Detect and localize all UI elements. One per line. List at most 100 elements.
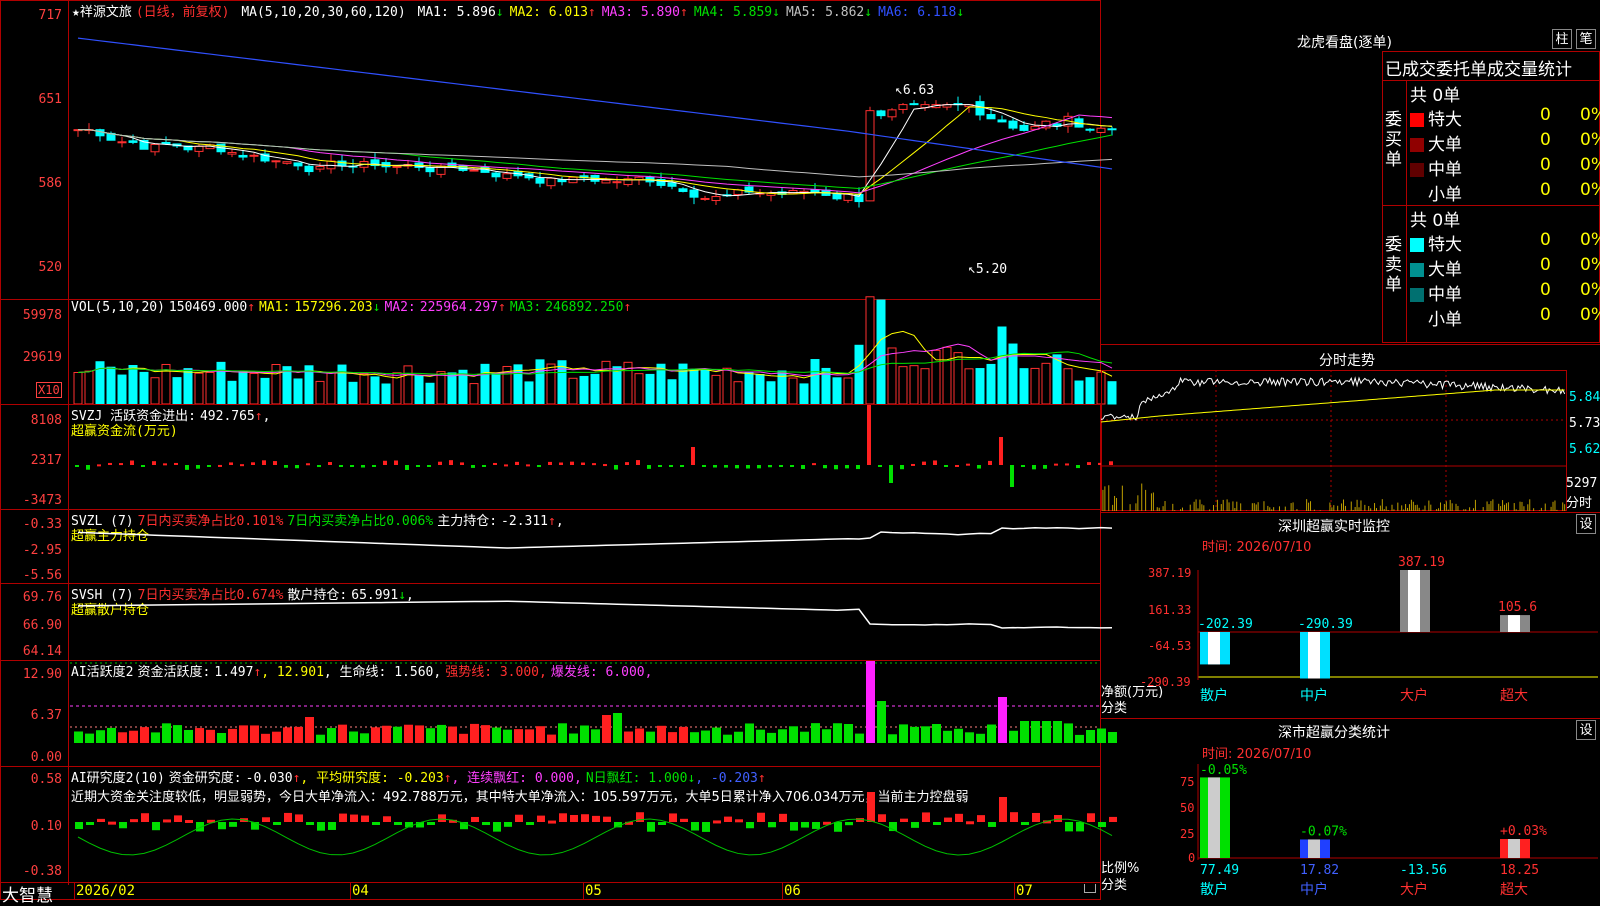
money-flow-bar <box>823 465 827 469</box>
volume-bar <box>183 368 193 405</box>
buy-total: 共 0单 <box>1410 86 1461 106</box>
research-bar <box>834 822 842 832</box>
money-flow-bar <box>724 465 728 468</box>
date-label-2: 05 <box>585 883 602 899</box>
volume-bar <box>1030 367 1040 405</box>
sell-swatch-3 <box>1410 313 1424 327</box>
ss-bar-category: 超大 <box>1500 882 1528 898</box>
volume-bar <box>920 368 930 405</box>
research-bar <box>306 822 314 825</box>
research-bar <box>394 822 402 825</box>
ss-stat-chart: -0.05% 77.49 散户 -0.07% 17.82 中户 -13.56 大户 +0.03%… <box>1197 763 1598 898</box>
activity-bar <box>778 729 787 743</box>
sz-bar-highlight <box>1308 632 1320 679</box>
volume-bar <box>909 365 919 405</box>
kline-candle <box>271 160 281 163</box>
activity-bar <box>591 729 600 743</box>
money-flow-bar <box>757 465 761 469</box>
brand-label: 大智慧 <box>2 886 53 906</box>
sell-total: 共 0单 <box>1410 211 1461 231</box>
volume-bar <box>359 373 369 405</box>
intraday-chart[interactable] <box>1100 370 1567 511</box>
research-bar <box>680 818 688 822</box>
money-flow-bar <box>130 460 134 465</box>
sz-bar-2: 387.19 大户 <box>1398 555 1445 704</box>
svzj-y-mid: 2317 <box>30 453 62 468</box>
bar-mode-button[interactable]: 柱 <box>1552 29 1572 49</box>
volume-chart[interactable] <box>70 296 1117 405</box>
buy-label-3: 小单 <box>1428 185 1462 205</box>
volume-bar <box>172 377 182 405</box>
activity-bar <box>1020 721 1029 743</box>
kline-candle <box>601 179 611 184</box>
kline-candle <box>1107 128 1117 131</box>
money-flow-bar <box>801 465 805 469</box>
activity-bar <box>932 724 941 743</box>
svzj-chart[interactable] <box>70 405 1113 508</box>
activity-bar <box>1075 734 1084 743</box>
money-flow-bar <box>746 465 750 469</box>
sz-monitor-title: 深圳超赢实时监控 <box>1278 519 1390 535</box>
research-bar <box>790 822 798 831</box>
buy-row-1: 大单 0 0% <box>1410 130 1600 155</box>
volume-bar <box>1008 343 1018 405</box>
money-flow-bar <box>669 465 673 467</box>
research-bar <box>1087 813 1095 822</box>
sell-value-0: 0 <box>1540 230 1551 250</box>
volume-bar <box>876 299 886 405</box>
activity-bar <box>613 713 622 743</box>
kline-candle <box>865 110 875 202</box>
activity-bar <box>327 728 336 743</box>
volume-bar <box>788 377 798 405</box>
ai-research-chart[interactable] <box>70 792 1117 882</box>
activity-bar <box>217 732 226 743</box>
date-label-0: 2026/02 <box>76 883 136 899</box>
stock-name: ★祥源文旅 <box>72 5 132 20</box>
research-bar <box>1076 822 1084 832</box>
research-bar <box>801 822 809 828</box>
money-flow-bar <box>328 462 332 465</box>
buy-pct-0: 0% <box>1580 105 1600 125</box>
volume-bar <box>84 370 94 405</box>
sell-pct-0: 0% <box>1580 230 1600 250</box>
research-bar <box>339 813 347 822</box>
lock-icon[interactable] <box>1084 884 1096 893</box>
ai2-y-mid: 0.10 <box>30 819 62 834</box>
kline-candle <box>788 190 798 195</box>
activity-bar <box>393 726 402 743</box>
money-flow-bar <box>812 463 816 466</box>
research-bar <box>537 815 545 822</box>
date-tick-4 <box>1014 882 1015 900</box>
activity-bar <box>107 727 116 743</box>
ss-settings-button[interactable]: 设 <box>1576 720 1596 740</box>
ai-activity-chart[interactable] <box>70 661 1117 766</box>
money-flow-bar <box>339 465 343 467</box>
ss-top-line <box>1101 718 1600 719</box>
svsh-chart[interactable] <box>70 584 1113 660</box>
buy-row-0: 特大 0 0% <box>1410 105 1600 130</box>
buy-label-2: 中单 <box>1428 160 1462 180</box>
kline-candle <box>887 109 897 118</box>
money-flow-bar <box>878 465 882 467</box>
volume-bar <box>711 374 721 405</box>
volume-bar <box>128 365 138 405</box>
money-flow-bar <box>779 465 783 467</box>
sz-settings-button[interactable]: 设 <box>1576 514 1596 534</box>
kline-candle <box>337 160 347 167</box>
money-flow-bar <box>570 461 574 465</box>
buy-side-text: 委买单 <box>1385 110 1402 170</box>
money-flow-bar <box>911 463 915 466</box>
money-flow-bar <box>108 462 112 465</box>
kline-chart[interactable] <box>70 20 1117 298</box>
activity-bar <box>459 733 468 743</box>
research-bar <box>1109 816 1117 822</box>
volume-bar <box>370 376 380 405</box>
activity-bar <box>657 725 666 743</box>
svzl-chart[interactable] <box>70 510 1113 583</box>
activity-bar <box>877 701 886 743</box>
research-bar <box>218 822 226 830</box>
date-tick-1 <box>350 882 351 900</box>
activity-bar <box>239 725 248 743</box>
buy-row-2: 中单 0 0% <box>1410 155 1600 180</box>
pen-mode-button[interactable]: 笔 <box>1576 29 1596 49</box>
